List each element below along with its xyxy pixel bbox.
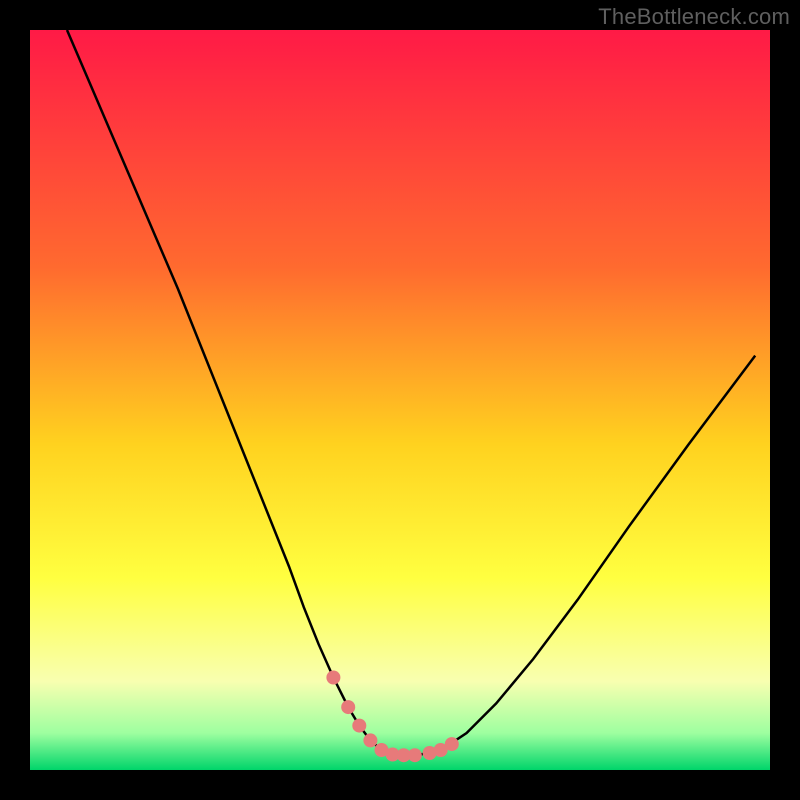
plot-area xyxy=(30,30,770,770)
highlight-dot xyxy=(445,737,459,751)
highlight-dot xyxy=(363,733,377,747)
highlight-dots xyxy=(326,671,458,763)
curve-layer xyxy=(30,30,770,770)
highlight-dot xyxy=(408,748,422,762)
chart-stage: TheBottleneck.com xyxy=(0,0,800,800)
highlight-dot xyxy=(352,719,366,733)
highlight-dot xyxy=(341,700,355,714)
highlight-dot xyxy=(326,671,340,685)
watermark-text: TheBottleneck.com xyxy=(598,4,790,30)
bottleneck-curve xyxy=(67,30,755,755)
